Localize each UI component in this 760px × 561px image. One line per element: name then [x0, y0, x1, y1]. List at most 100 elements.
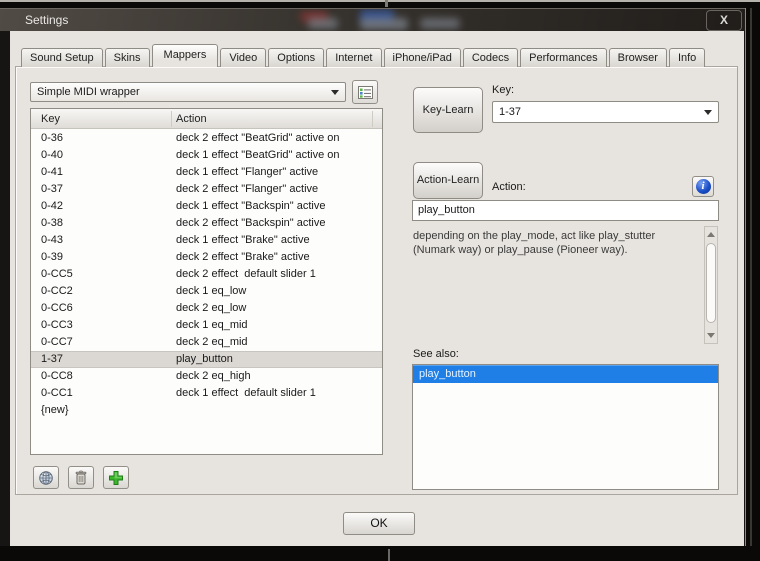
background-tick [385, 0, 388, 7]
cell-key: 0-43 [41, 234, 64, 246]
mapping-row[interactable]: 0-43 deck 1 effect "Brake" active [31, 232, 382, 249]
list-details-icon [357, 85, 373, 99]
titlebar[interactable]: Settings X [0, 8, 745, 31]
mapper-options-button[interactable] [352, 80, 378, 104]
cell-action: deck 2 effect "BeatGrid" active on [176, 132, 340, 144]
cell-action: deck 1 effect "BeatGrid" active on [176, 149, 340, 161]
close-button[interactable]: X [706, 10, 742, 31]
action-input[interactable]: play_button [412, 200, 719, 221]
cell-key: 0-CC8 [41, 370, 73, 382]
key-select[interactable]: 1-37 [492, 101, 719, 123]
info-icon: i [695, 179, 711, 194]
background-vertical-line [388, 549, 390, 561]
cell-action: deck 2 effect "Flanger" active [176, 183, 319, 195]
tab-info[interactable]: Info [668, 48, 706, 67]
mapping-row[interactable]: 0-CC1 deck 1 effect default slider 1 [31, 385, 382, 402]
action-info-button[interactable]: i [692, 176, 714, 197]
cell-action: deck 2 eq_high [176, 370, 251, 382]
cell-key: 0-CC2 [41, 285, 73, 297]
cell-key: 0-36 [41, 132, 64, 144]
tab-internet[interactable]: Internet [326, 48, 382, 67]
ok-button[interactable]: OK [343, 512, 415, 535]
key-label: Key: [492, 84, 515, 96]
cell-action: deck 1 eq_mid [176, 319, 248, 331]
cell-key: 0-40 [41, 149, 64, 161]
background-vertical-line [745, 8, 746, 546]
delete-mapping-button[interactable] [68, 466, 94, 489]
column-header-action[interactable]: Action [176, 109, 207, 129]
description-scrollbar[interactable] [704, 226, 718, 344]
mapping-row[interactable]: 0-CC3 deck 1 eq_mid [31, 317, 382, 334]
trash-icon [75, 470, 87, 485]
mapping-row[interactable]: {new} [31, 402, 382, 419]
cell-action: deck 1 effect default slider 1 [176, 387, 316, 399]
cell-action: deck 2 eq_mid [176, 336, 248, 348]
mapping-list[interactable]: Key Action 0-36 deck 2 effect "BeatGrid" … [30, 108, 383, 455]
tab-video[interactable]: Video [220, 48, 267, 67]
column-separator [372, 111, 373, 127]
background-blur-gray [360, 18, 408, 30]
cell-action: deck 1 eq_low [176, 285, 247, 297]
mapping-rows: 0-36 deck 2 effect "BeatGrid" active on 0-… [31, 130, 382, 419]
window-title: Settings [25, 13, 69, 27]
tab-performances[interactable]: Performances [520, 48, 607, 67]
mapping-row[interactable]: 0-36 deck 2 effect "BeatGrid" active on [31, 130, 382, 147]
cell-key: 0-CC3 [41, 319, 73, 331]
column-separator [171, 111, 172, 127]
mapping-row[interactable]: 1-37 play_button [31, 351, 382, 368]
key-learn-button[interactable]: Key-Learn [413, 87, 483, 133]
tab-browser[interactable]: Browser [608, 48, 667, 67]
mapping-row[interactable]: 0-39 deck 2 effect "Brake" active [31, 249, 382, 266]
chevron-down-icon [331, 90, 339, 99]
cell-key: 0-42 [41, 200, 64, 212]
cell-key: 0-38 [41, 217, 64, 229]
globe-icon [39, 470, 53, 485]
action-label: Action: [492, 181, 526, 193]
cell-action: deck 1 effect "Brake" active [176, 234, 310, 246]
tab-mappers[interactable]: Mappers [151, 44, 219, 67]
mapping-row[interactable]: 0-CC2 deck 1 eq_low [31, 283, 382, 300]
see-also-label: See also: [413, 348, 459, 360]
online-mappers-button[interactable] [33, 466, 59, 489]
mapping-row[interactable]: 0-CC6 deck 2 eq_low [31, 300, 382, 317]
mapping-row[interactable]: 0-42 deck 1 effect "Backspin" active [31, 198, 382, 215]
mapping-row[interactable]: 0-38 deck 2 effect "Backspin" active [31, 215, 382, 232]
tab-codecs[interactable]: Codecs [462, 48, 519, 67]
add-mapping-button[interactable] [103, 466, 129, 489]
cell-key: 0-39 [41, 251, 64, 263]
background-window-edge [0, 0, 760, 2]
scroll-down-icon[interactable] [705, 330, 717, 342]
background-blur-gray [308, 18, 338, 29]
cell-key: 1-37 [41, 353, 64, 365]
mapping-row[interactable]: 0-CC7 deck 2 eq_mid [31, 334, 382, 351]
mapping-row[interactable]: 0-41 deck 1 effect "Flanger" active [31, 164, 382, 181]
cell-action: deck 2 effect "Backspin" active [176, 217, 326, 229]
cell-action: deck 1 effect "Backspin" active [176, 200, 326, 212]
cell-action: play_button [176, 353, 233, 365]
mapping-row[interactable]: 0-40 deck 1 effect "BeatGrid" active on [31, 147, 382, 164]
column-header-key[interactable]: Key [41, 109, 60, 129]
mapping-row[interactable]: 0-37 deck 2 effect "Flanger" active [31, 181, 382, 198]
key-select-value: 1-37 [499, 106, 522, 118]
cell-action: deck 2 effect "Brake" active [176, 251, 310, 263]
mapping-list-header: Key Action [31, 109, 382, 129]
tab-skins[interactable]: Skins [104, 48, 150, 67]
tab-iphone-ipad[interactable]: iPhone/iPad [383, 48, 461, 67]
mapping-row[interactable]: 0-CC8 deck 2 eq_high [31, 368, 382, 385]
scrollbar-thumb[interactable] [706, 243, 716, 323]
tab-options[interactable]: Options [268, 48, 325, 67]
mapper-select-value: Simple MIDI wrapper [37, 86, 140, 98]
action-learn-button[interactable]: Action-Learn [413, 162, 483, 199]
cell-key: 0-CC6 [41, 302, 73, 314]
scroll-up-icon[interactable] [705, 228, 717, 240]
background-vertical-line [750, 8, 752, 546]
see-also-list[interactable]: play_button [412, 364, 719, 490]
mapper-select[interactable]: Simple MIDI wrapper [30, 82, 346, 102]
mapping-row[interactable]: 0-CC5 deck 2 effect default slider 1 [31, 266, 382, 283]
cell-action: deck 1 effect "Flanger" active [176, 166, 319, 178]
see-also-item[interactable]: play_button [413, 365, 718, 383]
tab-strip: Sound Setup Skins Mappers Video Options Inter… [21, 44, 706, 67]
cell-action: deck 2 effect default slider 1 [176, 268, 316, 280]
tab-sound-setup[interactable]: Sound Setup [21, 48, 103, 67]
cell-key: {new} [41, 404, 69, 416]
